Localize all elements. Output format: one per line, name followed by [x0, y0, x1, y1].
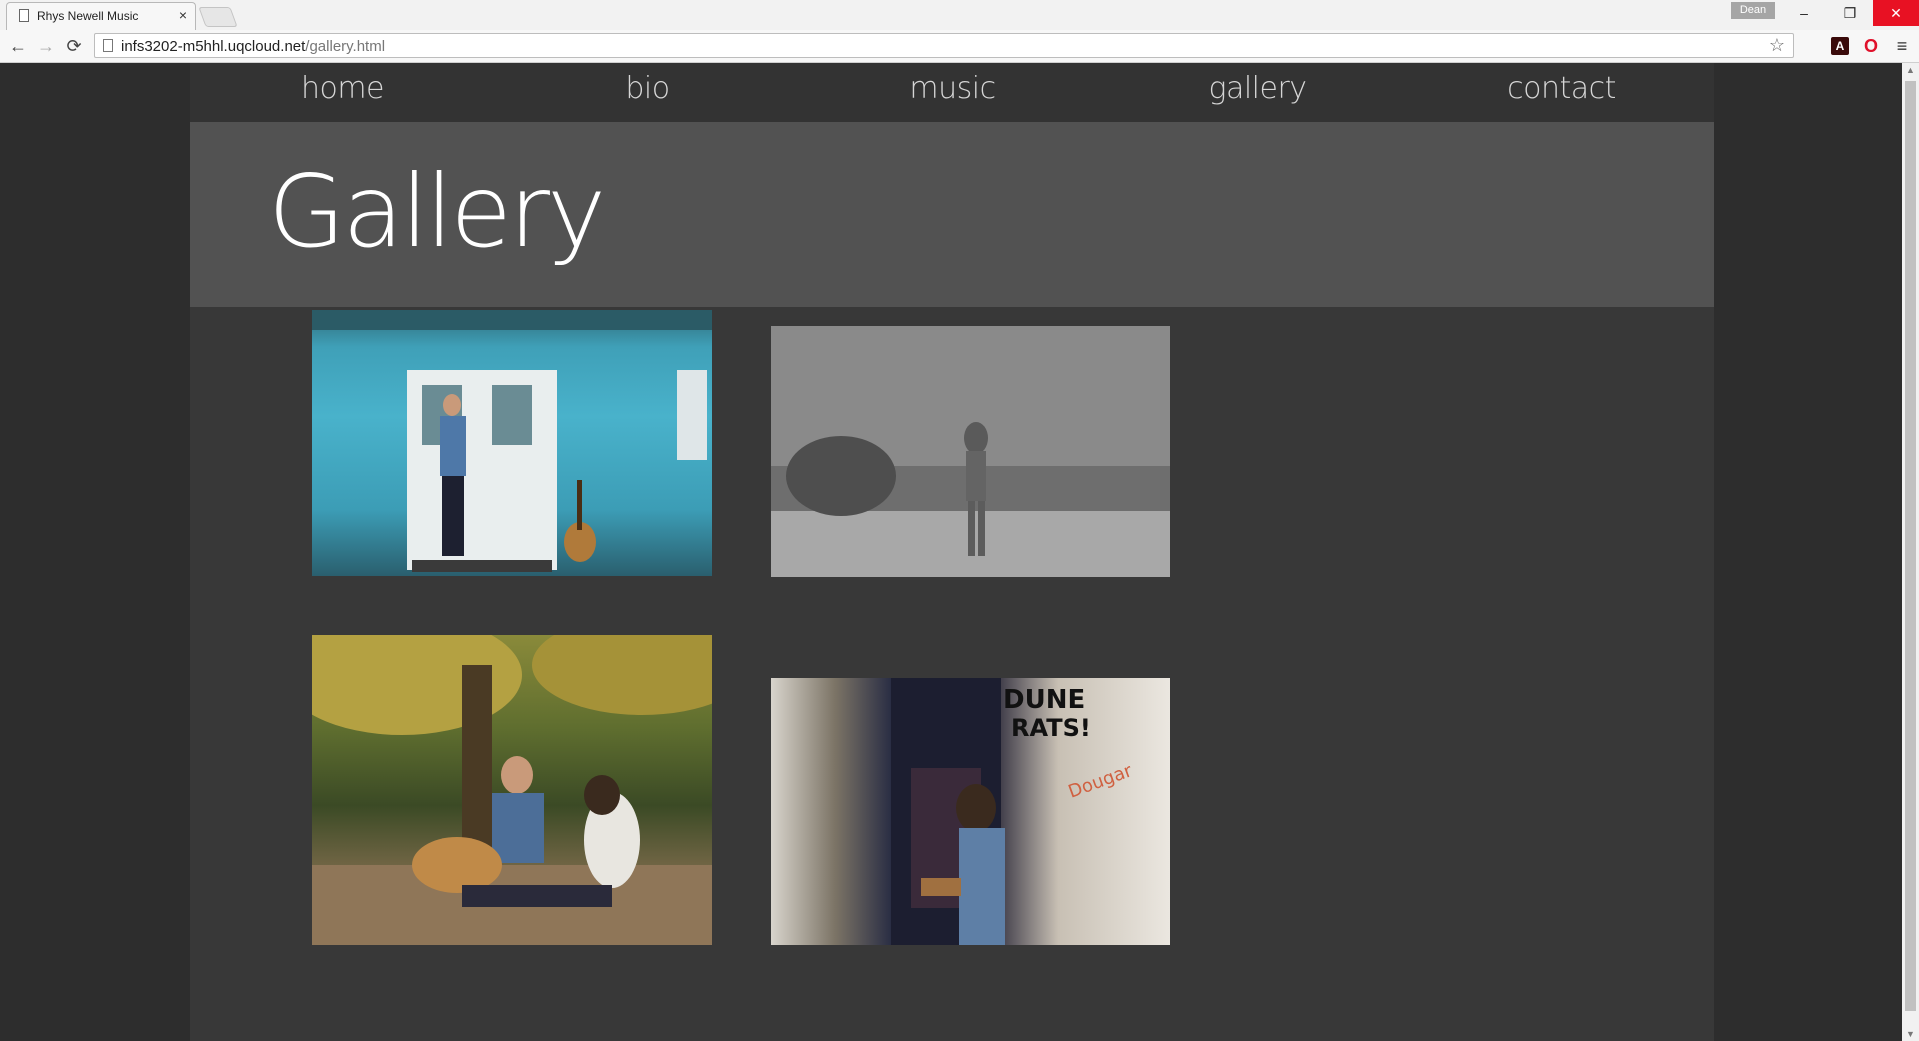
maximize-button[interactable]: ❐: [1827, 0, 1873, 26]
svg-text:Dougar: Dougar: [1066, 760, 1136, 803]
browser-toolbar: ← → ⟳ infs3202-m5hhl.uqcloud.net/gallery…: [0, 30, 1919, 63]
gallery-photo-3[interactable]: [312, 635, 712, 945]
site-nav: home bio music gallery contact: [190, 63, 1714, 122]
reload-icon[interactable]: ⟳: [62, 34, 86, 58]
browser-titlebar: Rhys Newell Music × Dean – ❐ ✕: [0, 0, 1919, 31]
page-icon: [103, 39, 113, 52]
close-window-button[interactable]: ✕: [1873, 0, 1919, 26]
nav-link-bio[interactable]: bio: [495, 71, 800, 106]
photo-4-art: DUNE RATS! Dougar: [891, 678, 1136, 945]
page-header: Gallery: [190, 122, 1714, 307]
page-title: Gallery: [268, 153, 606, 270]
tab-close-button[interactable]: ×: [179, 7, 187, 23]
svg-text:RATS!: RATS!: [1011, 714, 1091, 742]
gallery-photo-1[interactable]: [312, 310, 712, 576]
nav-link-gallery[interactable]: gallery: [1105, 71, 1410, 106]
opera-extension-icon[interactable]: O: [1862, 37, 1880, 55]
gallery-photo-4[interactable]: DUNE RATS! Dougar: [771, 678, 1170, 945]
page-viewport: home bio music gallery contact Gallery D…: [0, 63, 1902, 1041]
scrollbar-thumb[interactable]: [1905, 81, 1916, 1011]
address-bar[interactable]: infs3202-m5hhl.uqcloud.net/gallery.html …: [94, 33, 1794, 58]
profile-button[interactable]: Dean: [1731, 2, 1775, 19]
nav-link-home[interactable]: home: [190, 71, 495, 106]
nav-link-music[interactable]: music: [800, 71, 1105, 106]
new-tab-button[interactable]: [198, 7, 238, 27]
menu-icon[interactable]: ≡: [1893, 37, 1911, 55]
scroll-up-arrow-icon[interactable]: ▲: [1902, 65, 1919, 75]
browser-tab[interactable]: Rhys Newell Music ×: [6, 2, 196, 30]
forward-arrow-icon[interactable]: →: [34, 34, 58, 58]
photo-1-art: [312, 310, 712, 572]
pdf-extension-icon[interactable]: A: [1831, 37, 1849, 55]
photo-2-art: [771, 326, 1170, 577]
nav-link-contact[interactable]: contact: [1409, 71, 1714, 106]
tab-title: Rhys Newell Music: [37, 9, 139, 23]
page-icon: [19, 9, 29, 22]
url-path: /gallery.html: [305, 38, 386, 55]
url-host: infs3202-m5hhl.uqcloud.net: [121, 38, 306, 55]
gallery-photo-2[interactable]: [771, 326, 1170, 577]
url-text[interactable]: infs3202-m5hhl.uqcloud.net/gallery.html: [121, 38, 385, 55]
star-icon[interactable]: ☆: [1769, 35, 1785, 56]
page-scrollbar[interactable]: ▲ ▼: [1902, 63, 1919, 1041]
svg-text:DUNE: DUNE: [1003, 685, 1085, 715]
back-arrow-icon[interactable]: ←: [6, 34, 30, 58]
photo-3-art: [312, 635, 712, 945]
scroll-down-arrow-icon[interactable]: ▼: [1902, 1029, 1919, 1039]
minimize-button[interactable]: –: [1781, 0, 1827, 26]
